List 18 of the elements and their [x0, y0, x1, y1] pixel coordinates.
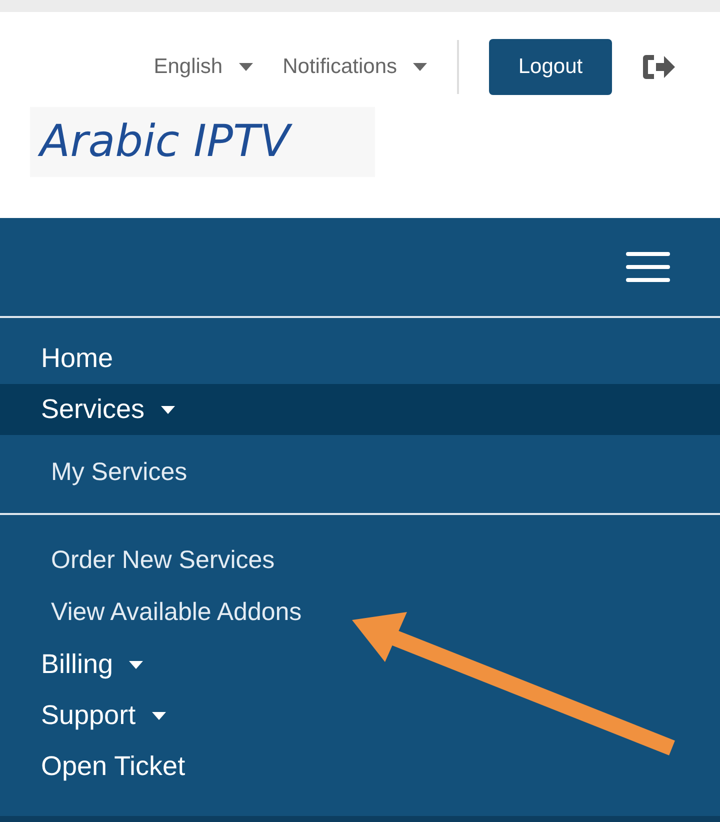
language-dropdown[interactable]: English [154, 51, 253, 83]
submenu-item[interactable]: My Services [0, 447, 720, 499]
nav-item[interactable]: Billing [0, 639, 720, 690]
nav-item[interactable]: Open Ticket [0, 741, 720, 792]
menu-icon[interactable] [626, 252, 670, 282]
logout-button[interactable]: Logout [489, 39, 612, 95]
caret-icon [238, 63, 253, 71]
caret-icon [413, 63, 427, 71]
notifications-dropdown[interactable]: Notifications [282, 51, 427, 83]
nav-item[interactable]: Services [0, 384, 720, 435]
sign-out-icon[interactable] [642, 53, 676, 81]
caret-icon [129, 660, 144, 668]
submenu-item[interactable]: View Available Addons [0, 587, 720, 639]
nav-item[interactable]: Home [0, 333, 720, 384]
caret-icon [160, 406, 175, 414]
submenu-item[interactable]: Order New Services [0, 535, 720, 587]
caret-icon [152, 712, 166, 720]
nav-item[interactable]: Support [0, 690, 720, 741]
